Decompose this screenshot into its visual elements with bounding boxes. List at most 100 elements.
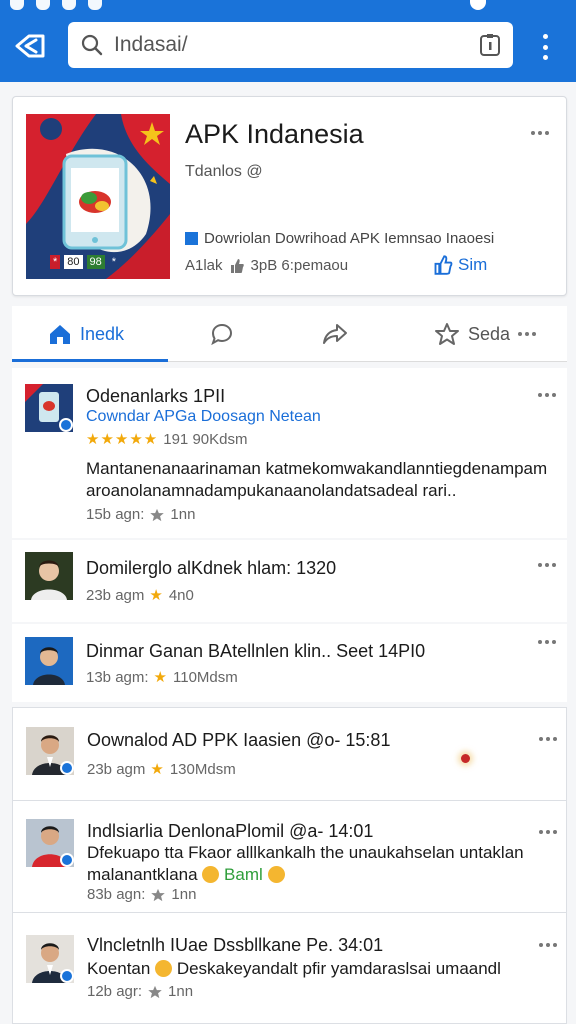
avatar (25, 637, 73, 685)
post-body-text: malanantklana (87, 865, 198, 884)
post-body-text: Deskakeyandalt pfir yamdaraslsai umaandl (176, 959, 501, 978)
post-stats: 191 90Kdsm (163, 430, 248, 448)
post-meta: 13b agm: ★ 110Mdsm (86, 668, 238, 687)
post-meta: 23b agm ★ 4n0 (86, 586, 194, 605)
post-reaction: 130Mdsm (169, 760, 236, 778)
tab-home[interactable]: Inedk (48, 306, 124, 362)
avatar (26, 727, 74, 775)
app-size: 3pB 6:pemaou (250, 257, 349, 274)
post-title: Domilerglo alKdnek hlam: 1320 (86, 558, 337, 578)
overflow-menu-icon[interactable] (538, 34, 552, 60)
post-title: Vlncletnlh IUae Dssbllkane Pe. 34:01 (87, 935, 384, 955)
back-icon[interactable] (14, 32, 46, 60)
post-reaction: 1nn (168, 983, 194, 1000)
art-chip: * (108, 255, 120, 269)
star-icon (150, 508, 165, 521)
post-more-icon[interactable] (538, 563, 556, 567)
post-more-icon[interactable] (539, 737, 557, 741)
post-more-icon[interactable] (538, 640, 556, 644)
download-icon (185, 232, 198, 245)
status-icon (36, 0, 50, 10)
status-icon (10, 0, 24, 10)
list-item[interactable]: Domilerglo alKdnek hlam: 1320 23b agm ★ … (12, 540, 567, 622)
post-time: 15b agn: (86, 506, 145, 523)
emoji-icon (267, 866, 285, 883)
post-body-line: aroanolanamnadampukanaanolandatsadeal ra… (86, 481, 457, 500)
post-time: 13b agm: (86, 668, 149, 686)
emoji-icon (155, 960, 173, 977)
status-icons (10, 0, 102, 10)
app-description-text: Dowriolan Dowrihoad APK Iemnsao Inaoesi (204, 230, 495, 247)
post-more-icon[interactable] (538, 393, 556, 397)
post-title: Odenanlarks 1PII (86, 386, 226, 406)
wifi-icon (470, 0, 486, 10)
tab-bar: Inedk Seda (12, 306, 567, 362)
status-icon (62, 0, 76, 10)
post-more-icon[interactable] (539, 830, 557, 834)
post-meta: 83b agn: 1nn (87, 886, 196, 903)
list-item[interactable]: Vlncletnlh IUae Dssbllkane Pe. 34:01 Koe… (12, 912, 567, 1024)
chat-icon (211, 323, 233, 346)
rating-stars: ★★★★★ (86, 431, 159, 448)
art-chip: * (50, 255, 61, 269)
avatar (26, 819, 74, 867)
post-body: Koentan Deskakeyandalt pfir yamdaraslsai… (87, 958, 567, 980)
tab-home-label: Inedk (80, 323, 125, 344)
post-title: Oownalod AD PPK Iaasien @o- 15:81 (87, 730, 391, 750)
search-icon (81, 34, 103, 56)
emoji-icon (202, 866, 220, 883)
avatar (25, 384, 73, 432)
status-icon (88, 0, 102, 10)
post-more-icon[interactable] (539, 943, 557, 947)
post-reaction: 110Mdsm (173, 668, 238, 686)
post-body-text: Koentan (87, 959, 151, 978)
tab-indicator (12, 359, 168, 362)
star-icon (435, 323, 459, 345)
post-body: Mantanenanaarinaman katmekomwakandlannti… (86, 458, 556, 502)
share-icon (323, 324, 347, 344)
tab-share[interactable] (322, 306, 348, 362)
tab-favorites[interactable]: Seda (434, 306, 537, 362)
post-body-line: Mantanenanaarinaman katmekomwakandlannti… (86, 459, 548, 478)
app-title: APK Indanesia (185, 119, 364, 149)
post-time: 23b agm (87, 760, 146, 778)
like-label: Sim (458, 255, 488, 274)
top-app-bar (0, 0, 576, 82)
app-artwork: * 80 98 * (26, 114, 170, 279)
tab-favorites-label: Seda (468, 323, 511, 344)
list-item[interactable]: Odenanlarks 1PII Cowndar APGa Doosagn Ne… (12, 368, 567, 538)
clipboard-icon[interactable] (479, 33, 501, 57)
star-icon: ★ (149, 587, 164, 604)
post-rating: ★★★★★ 191 90Kdsm (86, 430, 248, 449)
star-icon: ★ (153, 669, 168, 686)
search-input[interactable] (114, 33, 454, 57)
tab-more-icon[interactable] (518, 332, 537, 336)
post-meta: 12b agr: 1nn (87, 983, 193, 1000)
post-body-line-2: malanantklana Baml (87, 864, 567, 886)
post-meta: 23b agm ★ 130Mdsm (87, 760, 236, 779)
search-bar[interactable] (68, 22, 513, 68)
app-more-icon[interactable] (531, 131, 549, 135)
thumbs-up-icon (434, 255, 453, 275)
list-item[interactable]: Indlsiarlia DenlonaPlomil @a- 14:01 Dfek… (12, 800, 567, 913)
avatar (26, 935, 74, 983)
post-link[interactable]: Cowndar APGa Doosagn Netean (86, 408, 321, 426)
home-icon (50, 325, 70, 344)
post-title: Dinmar Ganan BAtellnlen klin.. Seet 14PI… (86, 641, 426, 661)
post-title: Indlsiarlia DenlonaPlomil @a- 14:01 (87, 821, 374, 841)
art-chip: 80 (64, 255, 83, 269)
app-card[interactable]: * 80 98 * APK Indanesia Tdanlos @ Dowrio… (12, 96, 567, 296)
thumbs-up-icon (230, 258, 244, 273)
star-icon (148, 985, 162, 998)
app-meta: A1lak 3pB 6:pemaou (185, 257, 348, 274)
like-button[interactable]: Sim (433, 255, 487, 275)
app-description: Dowriolan Dowrihoad APK Iemnsao Inaoesi (185, 230, 494, 247)
app-rating: A1lak (185, 257, 223, 274)
art-chip: 98 (86, 255, 105, 269)
star-icon: ★ (150, 761, 165, 778)
list-item[interactable]: Oownalod AD PPK Iaasien @o- 15:81 23b ag… (12, 707, 567, 801)
tab-chat[interactable] (210, 306, 234, 362)
post-reaction: 1nn (170, 506, 196, 523)
list-item[interactable]: Dinmar Ganan BAtellnlen klin.. Seet 14PI… (12, 624, 567, 702)
avatar (25, 552, 73, 600)
